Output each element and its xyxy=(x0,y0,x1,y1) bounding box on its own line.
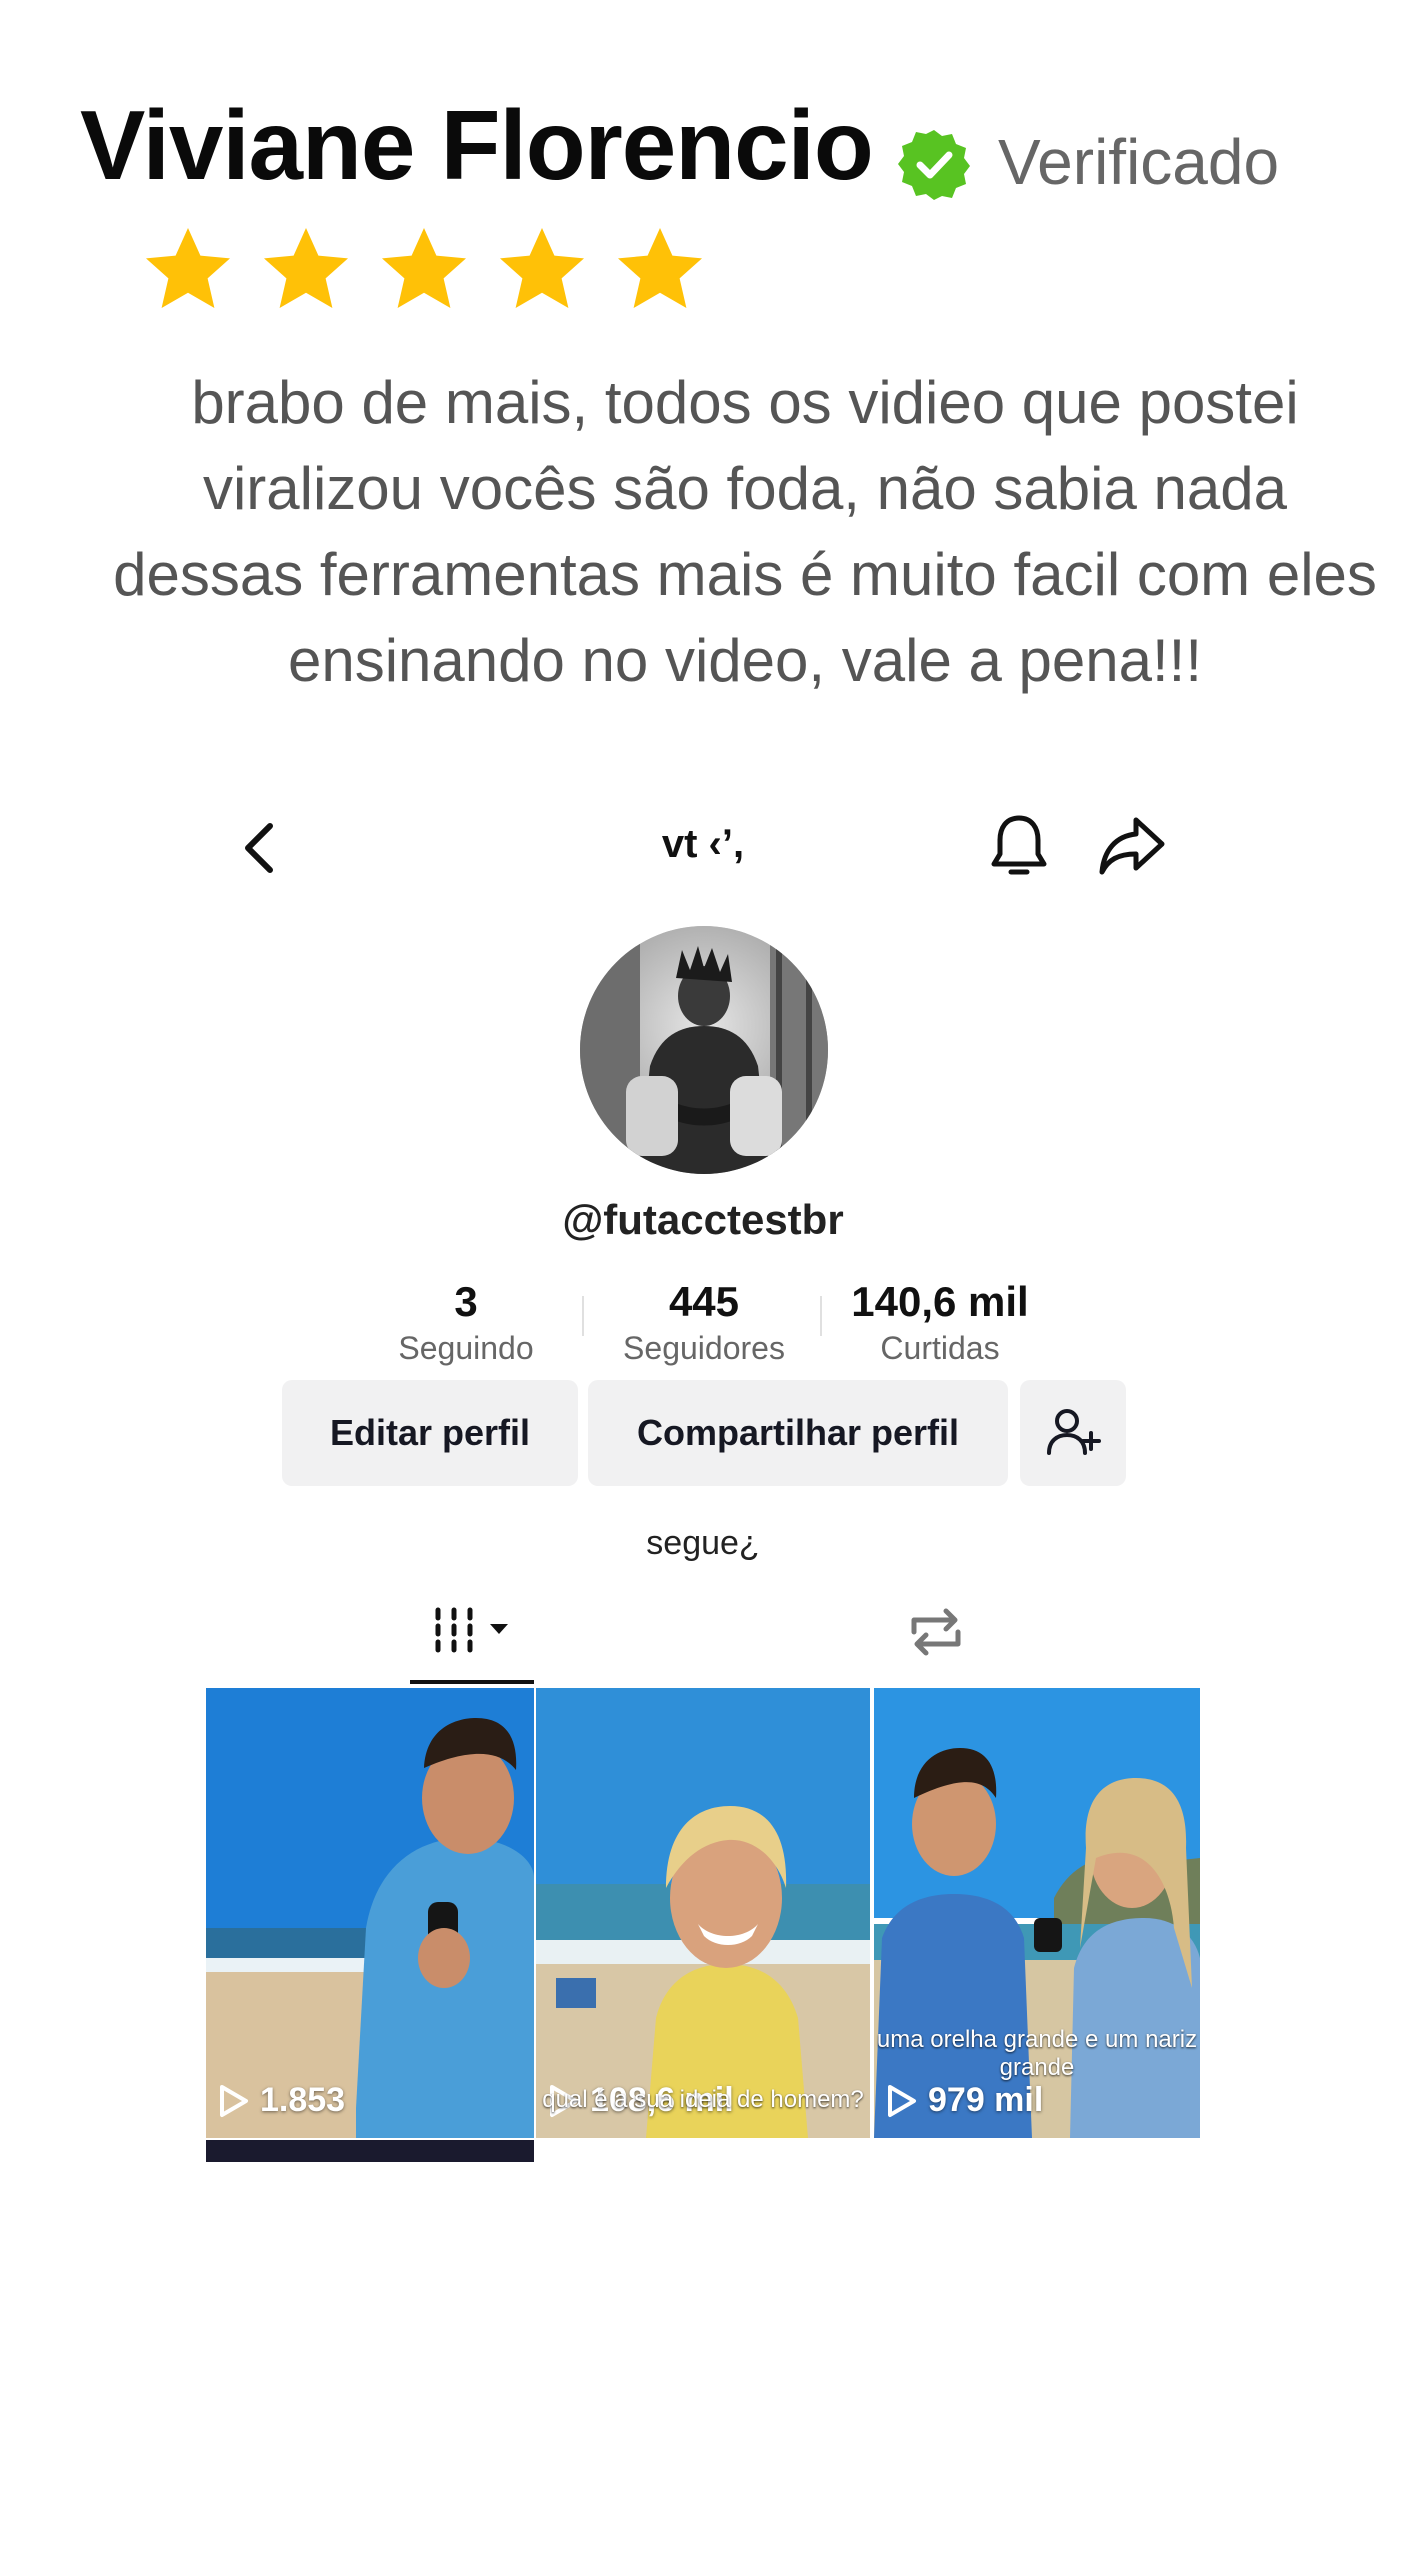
profile-nav-title: vt ‹’, xyxy=(661,822,745,866)
star-icon xyxy=(618,228,702,308)
video-caption: uma orelha grande e um nariz grande xyxy=(876,2026,1198,2081)
bell-icon[interactable] xyxy=(988,812,1050,880)
stat-followers-label: Seguidores xyxy=(623,1330,785,1366)
reviewer-name: Viviane Florencio xyxy=(80,90,874,200)
active-tab-indicator xyxy=(410,1680,534,1684)
stat-followers-value: 445 xyxy=(668,1278,740,1325)
grid-icon[interactable] xyxy=(432,1606,516,1654)
repost-icon[interactable] xyxy=(906,1604,966,1660)
share-icon[interactable] xyxy=(1098,814,1166,876)
stat-likes[interactable]: 140,6 mil Curtidas xyxy=(840,1278,1040,1370)
verified-label: Verificado xyxy=(998,126,1280,198)
stat-divider xyxy=(820,1296,822,1336)
video-views: 979 mil xyxy=(884,2081,1043,2120)
play-icon xyxy=(888,2084,916,2117)
stat-divider xyxy=(582,1296,584,1336)
stat-followers[interactable]: 445 Seguidores xyxy=(604,1278,804,1370)
video-thumbnail[interactable]: 108,6 mil qual é a sua ideia de homem? xyxy=(536,1688,870,2138)
profile-bio: segue¿ xyxy=(646,1524,760,1562)
stat-following[interactable]: 3 Seguindo xyxy=(366,1278,566,1370)
add-friend-button[interactable] xyxy=(1020,1380,1126,1486)
play-icon xyxy=(220,2084,248,2117)
video-thumbnail[interactable]: 979 mil uma orelha grande e um nariz gra… xyxy=(874,1688,1200,2138)
video-caption: qual é a sua ideia de homem? xyxy=(542,2086,864,2113)
share-profile-button[interactable]: Compartilhar perfil xyxy=(588,1380,1008,1486)
verified-check-icon xyxy=(898,130,970,200)
video-thumbnail-partial xyxy=(206,2140,534,2162)
star-icon xyxy=(500,228,584,308)
video-views-count: 979 mil xyxy=(928,2081,1044,2119)
stat-following-label: Seguindo xyxy=(398,1330,534,1366)
star-icon xyxy=(146,228,230,308)
video-views: 1.853 xyxy=(216,2081,345,2120)
profile-username: @futacctestbr xyxy=(562,1196,844,1243)
stat-likes-label: Curtidas xyxy=(880,1330,1000,1366)
star-icon xyxy=(382,228,466,308)
stat-likes-value: 140,6 mil xyxy=(851,1278,1029,1325)
avatar[interactable] xyxy=(580,926,828,1174)
video-thumbnail[interactable]: 1.853 xyxy=(206,1688,534,2138)
stat-following-value: 3 xyxy=(454,1278,478,1325)
add-user-icon xyxy=(1047,1409,1101,1455)
chevron-left-icon[interactable] xyxy=(236,818,284,878)
video-views-count: 1.853 xyxy=(260,2081,346,2119)
edit-profile-button[interactable]: Editar perfil xyxy=(282,1380,578,1486)
star-icon xyxy=(264,228,348,308)
review-text: brabo de mais, todos os vidieo que poste… xyxy=(113,369,1377,694)
star-rating xyxy=(140,222,708,318)
